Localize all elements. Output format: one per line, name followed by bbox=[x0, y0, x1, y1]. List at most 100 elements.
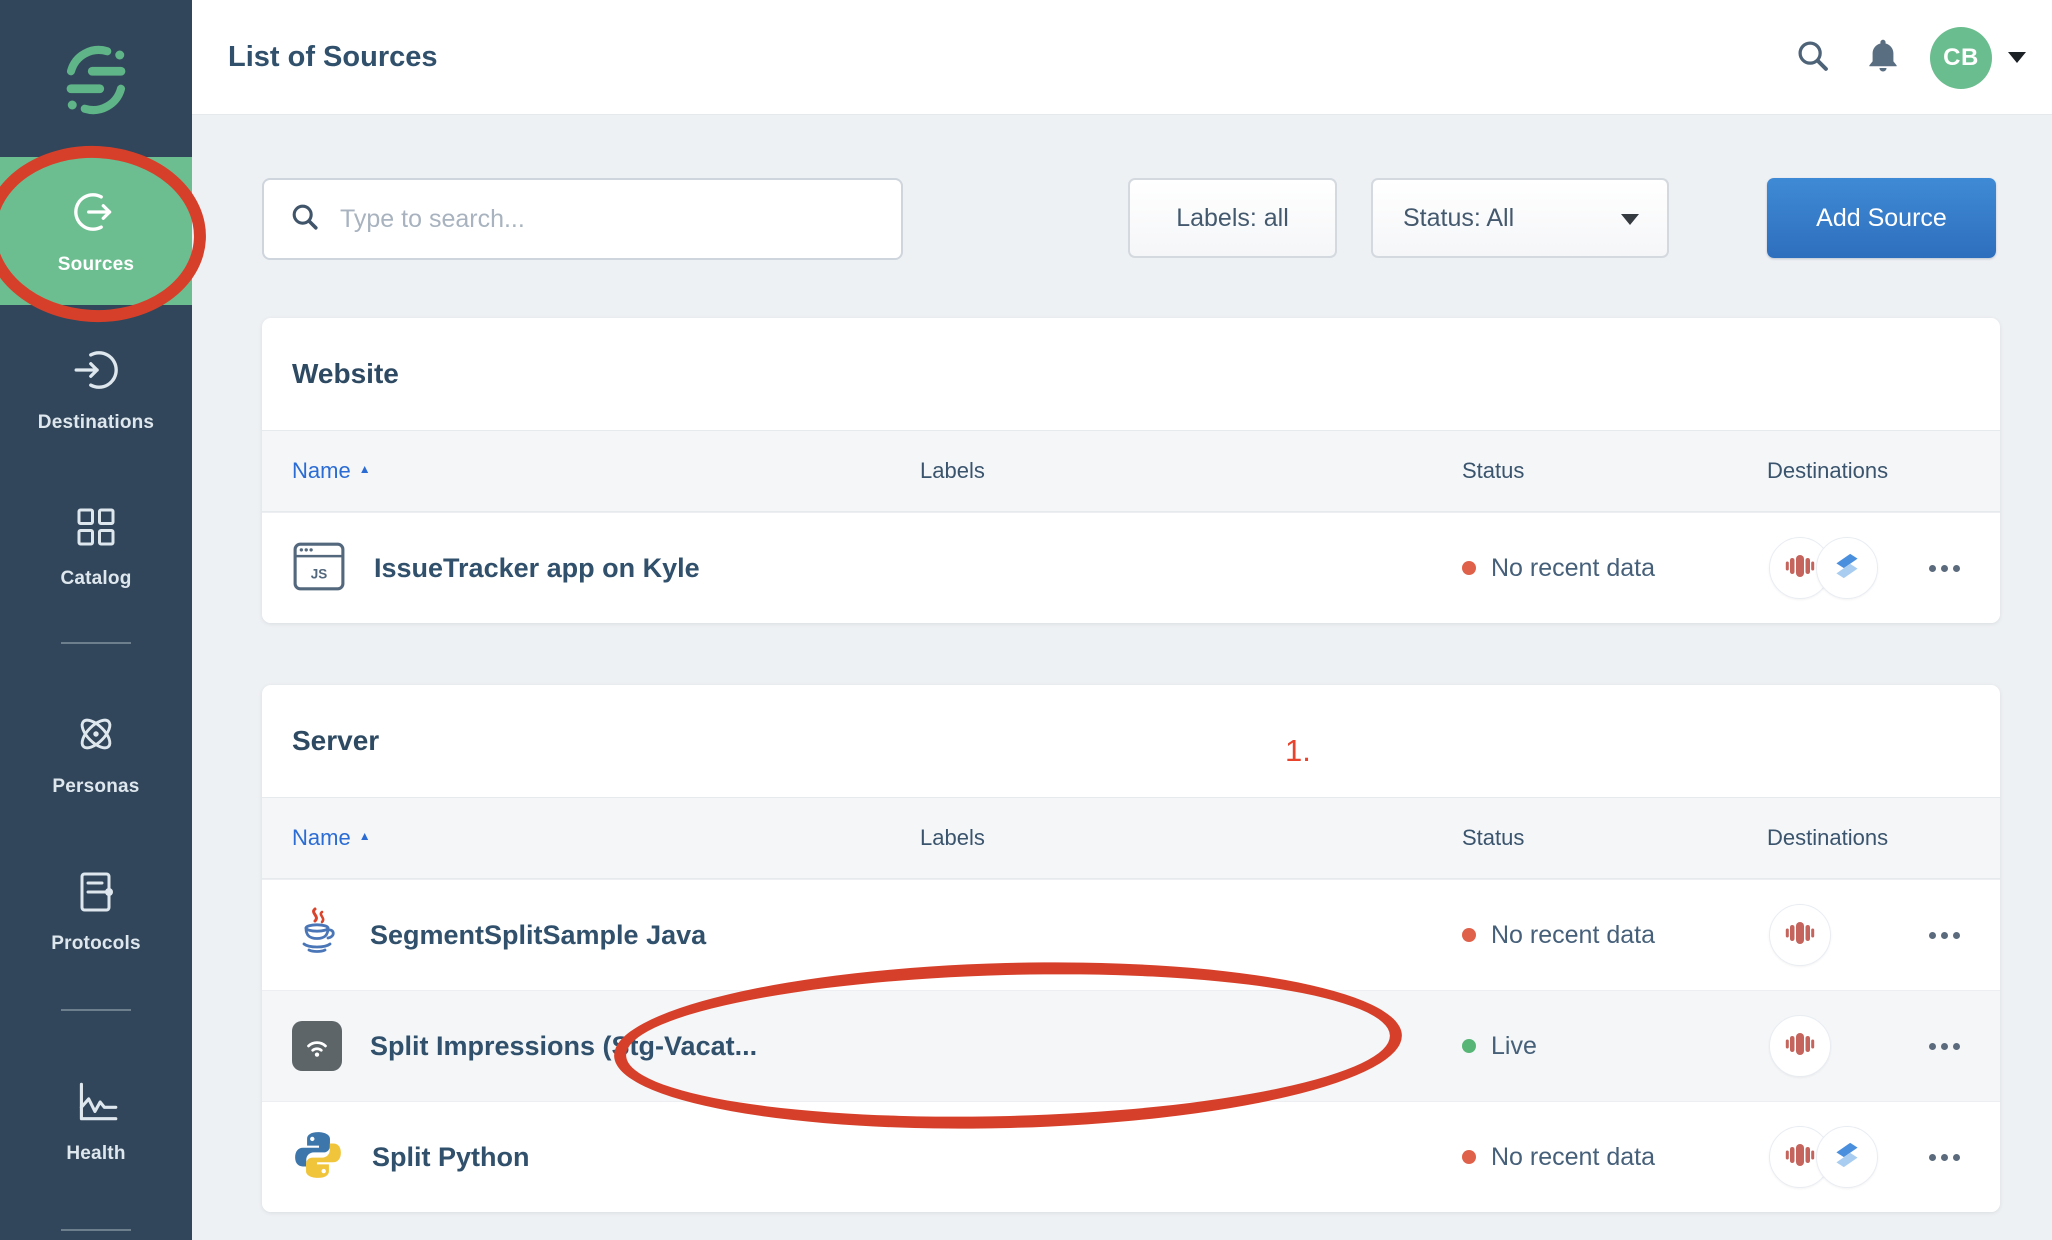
table-row[interactable]: SegmentSplitSample Java No recent data bbox=[262, 879, 2000, 990]
javascript-source-icon: JS bbox=[292, 539, 346, 598]
website-sources-card: Website Name ▲ Labels Status Destination… bbox=[262, 318, 2000, 623]
source-name: Split Impressions (Stg-Vacat... bbox=[370, 1031, 757, 1062]
split-icon bbox=[1829, 1137, 1865, 1178]
amazon-kinesis-icon bbox=[1783, 1027, 1817, 1066]
sidebar-item-destinations[interactable]: Destinations bbox=[0, 333, 192, 445]
table-row[interactable]: JS IssueTracker app on Kyle No recent da… bbox=[262, 512, 2000, 623]
table-header: Name ▲ Labels Status Destinations bbox=[262, 430, 2000, 512]
split-icon bbox=[1829, 548, 1865, 589]
status-cell: No recent data bbox=[1462, 1143, 1767, 1172]
sidebar-item-label: Destinations bbox=[38, 412, 154, 434]
column-header-name[interactable]: Name ▲ bbox=[262, 458, 920, 484]
destinations-cell bbox=[1767, 537, 2000, 599]
amazon-kinesis-icon bbox=[1783, 1138, 1817, 1177]
sidebar-item-label: Health bbox=[66, 1143, 125, 1165]
column-header-status: Status bbox=[1462, 825, 1767, 851]
status-cell: Live bbox=[1462, 1032, 1767, 1061]
status-filter-dropdown[interactable]: Status: All bbox=[1371, 178, 1669, 258]
search-icon bbox=[288, 200, 322, 239]
sort-asc-icon: ▲ bbox=[359, 462, 371, 476]
destinations-icon bbox=[71, 345, 121, 400]
sidebar-item-protocols[interactable]: Protocols bbox=[0, 855, 192, 967]
source-name: SegmentSplitSample Java bbox=[370, 920, 706, 951]
table-header: Name ▲ Labels Status Destinations bbox=[262, 797, 2000, 879]
account-menu-caret-icon[interactable] bbox=[2008, 52, 2026, 63]
amazon-kinesis-icon bbox=[1783, 549, 1817, 588]
status-dot bbox=[1462, 1150, 1476, 1164]
column-header-labels: Labels bbox=[920, 458, 1462, 484]
status-text: Live bbox=[1491, 1032, 1537, 1061]
status-dot bbox=[1462, 928, 1476, 942]
sidebar-divider bbox=[61, 1009, 131, 1011]
column-header-name[interactable]: Name ▲ bbox=[262, 825, 920, 851]
sidebar-item-sources[interactable]: Sources bbox=[0, 157, 192, 305]
destinations-cell bbox=[1767, 904, 2000, 966]
sidebar-item-health[interactable]: Health bbox=[0, 1064, 192, 1176]
sidebar: Sources Destinations Catalog bbox=[0, 0, 192, 1240]
labels-filter-button[interactable]: Labels: all bbox=[1128, 178, 1337, 258]
section-title: Server bbox=[292, 725, 379, 757]
row-actions-menu[interactable] bbox=[1925, 555, 1964, 582]
status-text: No recent data bbox=[1491, 1143, 1655, 1172]
personas-icon bbox=[71, 709, 121, 764]
destinations-cell bbox=[1767, 1015, 2000, 1077]
source-search bbox=[262, 178, 903, 260]
sidebar-divider bbox=[61, 642, 131, 644]
wifi-source-icon bbox=[292, 1021, 342, 1071]
status-text: No recent data bbox=[1491, 921, 1655, 950]
status-text: No recent data bbox=[1491, 554, 1655, 583]
row-actions-menu[interactable] bbox=[1925, 922, 1964, 949]
search-button[interactable] bbox=[1778, 23, 1848, 93]
status-cell: No recent data bbox=[1462, 554, 1767, 583]
section-title: Website bbox=[292, 358, 399, 390]
sidebar-item-label: Sources bbox=[58, 254, 134, 276]
destination-badge[interactable] bbox=[1769, 904, 1831, 966]
topbar: List of Sources CB bbox=[192, 0, 2052, 115]
java-source-icon bbox=[292, 905, 342, 966]
status-cell: No recent data bbox=[1462, 921, 1767, 950]
destination-badge[interactable] bbox=[1816, 1126, 1878, 1188]
svg-text:JS: JS bbox=[311, 566, 328, 581]
column-header-destinations: Destinations bbox=[1767, 458, 2000, 484]
main-content: Labels: all Status: All Add Source Websi… bbox=[192, 115, 2052, 1240]
status-dot bbox=[1462, 1039, 1476, 1053]
sidebar-item-personas[interactable]: Personas bbox=[0, 697, 192, 809]
source-name: IssueTracker app on Kyle bbox=[374, 553, 700, 584]
notifications-button[interactable] bbox=[1848, 23, 1918, 93]
health-icon bbox=[71, 1076, 121, 1131]
amazon-kinesis-icon bbox=[1783, 916, 1817, 955]
catalog-icon bbox=[72, 503, 120, 556]
server-sources-card: Server Name ▲ Labels Status Destinations bbox=[262, 685, 2000, 1212]
row-actions-menu[interactable] bbox=[1925, 1144, 1964, 1171]
page-title: List of Sources bbox=[228, 41, 438, 74]
bell-icon bbox=[1862, 35, 1904, 80]
search-icon bbox=[1792, 35, 1834, 80]
add-source-button[interactable]: Add Source bbox=[1767, 178, 1996, 258]
segment-logo bbox=[0, 40, 192, 120]
column-header-labels: Labels bbox=[920, 825, 1462, 851]
column-header-status: Status bbox=[1462, 458, 1767, 484]
column-header-destinations: Destinations bbox=[1767, 825, 2000, 851]
python-source-icon bbox=[292, 1129, 344, 1186]
source-name: Split Python bbox=[372, 1142, 530, 1173]
sort-asc-icon: ▲ bbox=[359, 829, 371, 843]
destinations-cell bbox=[1767, 1126, 2000, 1188]
chevron-down-icon bbox=[1621, 214, 1639, 225]
destination-badge[interactable] bbox=[1816, 537, 1878, 599]
sidebar-item-label: Personas bbox=[52, 776, 139, 798]
row-actions-menu[interactable] bbox=[1925, 1033, 1964, 1060]
table-row[interactable]: Split Python No recent data bbox=[262, 1101, 2000, 1212]
status-filter-label: Status: All bbox=[1403, 204, 1514, 233]
sidebar-divider bbox=[61, 1229, 131, 1231]
sources-icon bbox=[71, 187, 121, 242]
search-input[interactable] bbox=[340, 205, 860, 234]
sidebar-item-label: Catalog bbox=[60, 568, 131, 590]
status-dot bbox=[1462, 561, 1476, 575]
table-row[interactable]: Split Impressions (Stg-Vacat... Live bbox=[262, 990, 2000, 1101]
protocols-icon bbox=[72, 868, 120, 921]
topbar-actions: CB bbox=[1778, 0, 2052, 115]
destination-badge[interactable] bbox=[1769, 1015, 1831, 1077]
avatar[interactable]: CB bbox=[1930, 27, 1992, 89]
sidebar-item-label: Protocols bbox=[51, 933, 140, 955]
sidebar-item-catalog[interactable]: Catalog bbox=[0, 490, 192, 602]
